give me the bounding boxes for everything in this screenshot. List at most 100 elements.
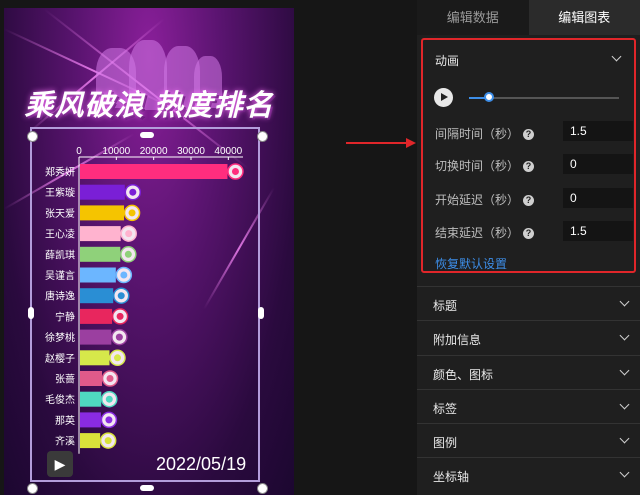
category-label: 齐溪	[55, 435, 75, 448]
panel-tabs: 编辑数据 编辑图表	[417, 0, 640, 35]
category-label: 徐梦桃	[45, 331, 75, 344]
section-label: 标题	[433, 299, 458, 313]
chevron-down-icon	[619, 330, 630, 341]
section-label: 标签	[433, 402, 458, 416]
avatar-figure	[120, 271, 128, 279]
tab-edit-data[interactable]: 编辑数据	[417, 0, 529, 35]
transition-time-input[interactable]	[563, 154, 633, 174]
resize-handle-bl[interactable]	[27, 483, 38, 494]
end-delay-label: 结束延迟（秒）?	[435, 224, 535, 241]
bar-chart: 0 10000 20000 30000 40000 郑秀妍王紫璇张天爱王心凌薛凯琪吴谨言唐…	[45, 146, 244, 454]
field-label-text: 间隔时间（秒）	[435, 127, 520, 141]
bar	[80, 412, 101, 428]
chevron-down-icon	[619, 467, 630, 478]
bar	[80, 433, 101, 449]
section-label: 坐标轴	[433, 470, 470, 484]
section-axes[interactable]: 坐标轴	[417, 457, 640, 492]
slider-handle[interactable]	[483, 92, 494, 102]
chart-date-label: 2022/05/19	[156, 454, 247, 474]
x-tick-label: 40000	[214, 146, 242, 157]
field-label-text: 切换时间（秒）	[435, 159, 520, 173]
restore-defaults-link[interactable]: 恢复默认设置	[435, 255, 507, 272]
section-labels[interactable]: 标签	[417, 389, 640, 424]
avatar-figure	[124, 250, 132, 258]
bar	[80, 350, 110, 366]
help-icon[interactable]: ?	[523, 195, 535, 206]
category-label: 吴谨言	[45, 269, 75, 282]
chevron-down-icon[interactable]	[611, 51, 622, 62]
avatar-figure	[231, 168, 239, 175]
avatar-figure	[113, 354, 121, 362]
category-label: 宁静	[55, 310, 75, 323]
transition-time-label: 切换时间（秒）?	[435, 157, 535, 174]
bar	[80, 308, 113, 324]
start-delay-label: 开始延迟（秒）?	[435, 191, 535, 208]
bar	[80, 205, 125, 221]
bar	[80, 329, 112, 345]
bar	[80, 371, 103, 386]
x-tick-label: 30000	[177, 146, 205, 157]
avatar-figure	[106, 375, 114, 382]
avatar-figure	[129, 188, 137, 196]
x-tick-label: 20000	[140, 146, 168, 157]
category-label: 王心凌	[45, 228, 75, 241]
resize-handle-bottom[interactable]	[140, 485, 154, 491]
section-extra-info[interactable]: 附加信息	[417, 320, 640, 355]
tab-edit-chart[interactable]: 编辑图表	[528, 0, 640, 35]
field-label-text: 结束延迟（秒）	[435, 226, 520, 240]
category-label: 薛凯琪	[45, 248, 75, 261]
section-legend[interactable]: 图例	[417, 423, 640, 458]
avatar-figure	[117, 292, 125, 300]
bar	[80, 164, 228, 179]
section-title[interactable]: 标题	[417, 286, 640, 321]
bar	[80, 391, 102, 407]
chevron-down-icon	[619, 433, 630, 444]
settings-panel: 编辑数据 编辑图表 动画 间隔时间（秒）? 切换时间（秒）? 开始延迟（秒）? …	[417, 0, 640, 495]
start-delay-input[interactable]	[563, 188, 633, 208]
help-icon[interactable]: ?	[523, 129, 535, 140]
category-label: 赵樱子	[45, 352, 75, 365]
avatar-figure	[105, 416, 113, 424]
chevron-down-icon	[619, 365, 630, 376]
category-label: 张蔷	[55, 373, 75, 386]
avatar-figure	[116, 312, 124, 320]
x-tick-label: 0	[76, 146, 82, 157]
help-icon[interactable]: ?	[523, 161, 535, 172]
avatar-figure	[128, 209, 136, 217]
category-label: 张天爱	[45, 207, 75, 220]
category-label: 郑秀妍	[45, 166, 75, 179]
x-tick-label: 10000	[102, 146, 130, 157]
animation-section: 动画 间隔时间（秒）? 切换时间（秒）? 开始延迟（秒）? 结束延迟（秒）? 恢…	[421, 38, 636, 273]
bar	[80, 226, 121, 242]
interval-time-input[interactable]	[563, 121, 633, 141]
animation-progress-slider[interactable]	[469, 92, 619, 102]
category-label: 毛俊杰	[45, 393, 75, 406]
avatar-figure	[125, 230, 133, 238]
poster-play-button[interactable]: ▶	[47, 451, 73, 477]
bar	[80, 288, 114, 304]
category-label: 那英	[55, 414, 75, 427]
bar	[80, 267, 116, 283]
avatar-figure	[115, 333, 123, 341]
section-label: 颜色、图标	[433, 368, 494, 382]
animation-title: 动画	[435, 54, 460, 68]
avatar-figure	[104, 437, 112, 445]
chevron-down-icon	[619, 296, 630, 307]
end-delay-input[interactable]	[563, 221, 633, 241]
category-label: 唐诗逸	[45, 290, 75, 303]
chevron-down-icon	[619, 399, 630, 410]
poster-title: 乘风破浪 热度排名	[24, 90, 274, 122]
interval-time-label: 间隔时间（秒）?	[435, 125, 535, 142]
bar	[80, 184, 125, 200]
avatar-figure	[105, 395, 113, 403]
bar	[80, 246, 121, 262]
section-colors-icons[interactable]: 颜色、图标	[417, 355, 640, 390]
play-icon[interactable]	[434, 88, 453, 107]
help-icon[interactable]: ?	[523, 228, 535, 239]
section-label: 图例	[433, 436, 458, 450]
resize-handle-br[interactable]	[257, 483, 268, 494]
red-arrow-annotation	[346, 138, 416, 148]
field-label-text: 开始延迟（秒）	[435, 193, 520, 207]
category-label: 王紫璇	[45, 186, 75, 199]
section-label: 附加信息	[433, 333, 482, 347]
